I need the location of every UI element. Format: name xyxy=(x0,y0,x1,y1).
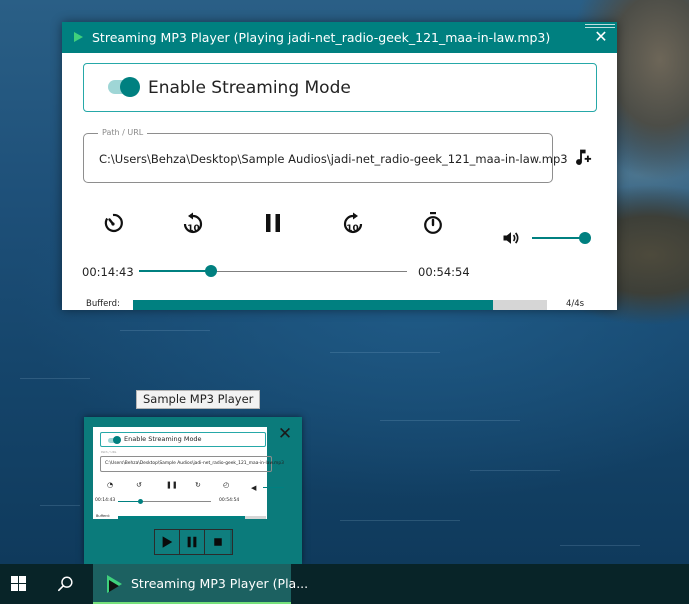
thumbnail-rewind-icon: ↺ xyxy=(136,481,142,489)
forward-10-icon: 10 xyxy=(343,212,363,234)
streaming-mode-card[interactable]: Enable Streaming Mode xyxy=(83,63,597,112)
stop-icon xyxy=(213,538,222,546)
pause-button[interactable] xyxy=(261,211,285,235)
play-icon xyxy=(162,536,173,548)
streaming-mode-toggle[interactable] xyxy=(108,77,140,97)
wallpaper-wave xyxy=(120,330,210,331)
thumbnail-toolbar xyxy=(154,529,233,555)
thumbnail-buffer-fill xyxy=(118,516,246,519)
thumbnail-current-time: 00:14:43 xyxy=(95,498,116,503)
thumbnail-timer-icon: ◴ xyxy=(223,481,230,489)
thumbnail-toggle-knob xyxy=(113,436,121,444)
rewind-10-button[interactable]: 10 xyxy=(181,211,205,235)
volume-slider-thumb[interactable] xyxy=(579,232,591,244)
thumbnail-path-value: C:\Users\Behza\Desktop\Sample Audios\jad… xyxy=(105,461,284,466)
speed-icon xyxy=(104,213,123,233)
close-button[interactable]: ✕ xyxy=(592,28,610,46)
total-time: 00:54:54 xyxy=(418,265,470,279)
wallpaper-wave xyxy=(470,470,560,471)
playback-speed-button[interactable] xyxy=(101,211,125,235)
wallpaper-wave xyxy=(40,505,80,506)
taskbar: Streaming MP3 Player (Pla... xyxy=(0,564,689,604)
thumbnail-buffered-label: Bufferd: xyxy=(96,514,110,518)
thumbnail-pause-icon: ❚❚ xyxy=(166,481,178,489)
thumbnail-forward-icon: ↻ xyxy=(195,481,201,489)
buffered-label: Bufferd: xyxy=(86,299,120,309)
thumbnail-play-button[interactable] xyxy=(155,530,180,554)
thumbnail-streaming-card: Enable Streaming Mode xyxy=(100,432,266,447)
thumbnail-window-image[interactable]: Enable Streaming Mode Path / URL C:\User… xyxy=(93,427,284,519)
volume-button[interactable] xyxy=(501,228,521,248)
rewind-10-icon: 10 xyxy=(183,212,203,234)
wallpaper-wave xyxy=(330,352,440,353)
sleep-timer-button[interactable] xyxy=(421,211,445,235)
path-url-legend: Path / URL xyxy=(98,128,148,137)
thumbnail-seek-thumb xyxy=(138,499,143,504)
streaming-mode-label: Enable Streaming Mode xyxy=(148,78,351,98)
taskbar-app-streaming-mp3-player[interactable]: Streaming MP3 Player (Pla... xyxy=(93,564,308,604)
forward-10-button[interactable]: 10 xyxy=(341,211,365,235)
start-button[interactable] xyxy=(0,564,38,604)
wallpaper-wave xyxy=(340,520,460,521)
seek-slider-thumb[interactable] xyxy=(205,265,217,277)
wallpaper-wave xyxy=(20,378,90,379)
volume-slider-track[interactable] xyxy=(532,237,586,239)
app-play-icon xyxy=(74,32,83,42)
add-music-button[interactable] xyxy=(570,146,592,168)
volume-icon xyxy=(503,232,519,244)
svg-text:10: 10 xyxy=(346,224,359,234)
thumbnail-close-button[interactable]: ✕ xyxy=(274,423,296,445)
current-time: 00:14:43 xyxy=(82,265,134,279)
thumbnail-total-time: 00:54:54 xyxy=(219,498,240,503)
pause-icon xyxy=(187,536,197,548)
buffer-progress-bar xyxy=(133,300,547,310)
buffer-count: 4/4s xyxy=(566,299,585,309)
taskbar-thumbnail-preview[interactable]: Enable Streaming Mode Path / URL C:\User… xyxy=(84,417,302,564)
wallpaper-wave xyxy=(380,420,520,421)
taskbar-app-icon-overlay xyxy=(109,580,119,592)
thumbnail-buffer-bar xyxy=(118,516,266,519)
thumbnail-stop-button[interactable] xyxy=(205,530,230,554)
thumbnail-path-legend: Path / URL xyxy=(101,450,117,454)
thumbnail-streaming-label: Enable Streaming Mode xyxy=(124,435,202,443)
window-title: Streaming MP3 Player (Playing jadi-net_r… xyxy=(92,30,551,45)
thumbnail-speed-icon: ◔ xyxy=(107,481,114,489)
svg-text:10: 10 xyxy=(187,224,200,234)
thumbnail-tooltip: Sample MP3 Player xyxy=(136,390,261,409)
path-url-field[interactable]: Path / URL C:\Users\Behza\Desktop\Sample… xyxy=(83,128,568,183)
music-note-plus-icon xyxy=(576,149,592,165)
taskbar-app-label: Streaming MP3 Player (Pla... xyxy=(131,576,309,591)
path-url-value[interactable]: C:\Users\Behza\Desktop\Sample Audios\jad… xyxy=(99,152,568,166)
thumbnail-volume-icon: ◀ xyxy=(251,484,257,492)
title-bar[interactable]: Streaming MP3 Player (Playing jadi-net_r… xyxy=(62,22,617,53)
thumbnail-volume-track xyxy=(263,487,284,488)
seek-slider-fill xyxy=(139,270,211,272)
search-button[interactable] xyxy=(47,564,85,604)
toggle-knob xyxy=(120,77,140,97)
player-window: Streaming MP3 Player (Playing jadi-net_r… xyxy=(62,22,617,310)
thumbnail-pause-button[interactable] xyxy=(180,530,205,554)
wallpaper-wave xyxy=(560,545,640,546)
timer-icon xyxy=(424,212,442,234)
search-icon xyxy=(57,576,73,592)
pause-icon xyxy=(266,214,280,232)
windows-logo-icon xyxy=(11,576,26,591)
buffer-progress-fill xyxy=(133,300,494,310)
